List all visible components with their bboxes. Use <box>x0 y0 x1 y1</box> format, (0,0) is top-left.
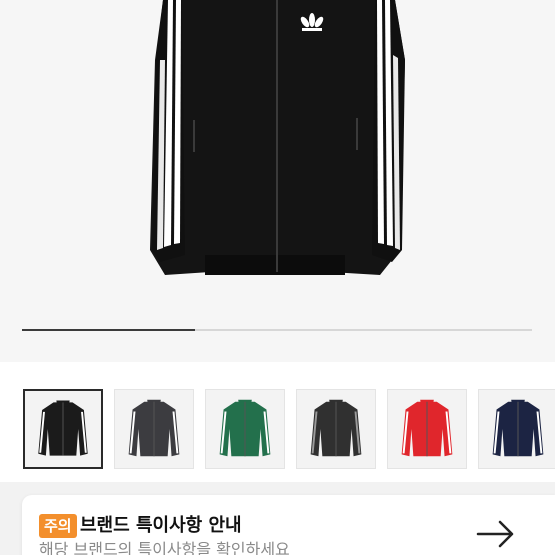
notice-title: 브랜드 특이사항 안내 <box>80 515 242 536</box>
color-thumbnail-strip[interactable] <box>0 362 555 482</box>
jacket-thumbnail-icon <box>310 399 362 457</box>
brand-notice-card[interactable]: 주의 브랜드 특이사항 안내 해당 브랜드의 특이사항을 확인하세요 <box>22 495 555 555</box>
gallery-progress-bar <box>22 329 532 331</box>
color-thumbnail-charcoal[interactable] <box>296 389 376 469</box>
notice-subtitle: 해당 브랜드의 특이사항을 확인하세요 <box>39 540 290 555</box>
jacket-thumbnail-icon <box>128 399 180 457</box>
arrow-right-icon[interactable] <box>476 519 516 549</box>
jacket-thumbnail-icon <box>492 399 544 457</box>
color-thumbnail-black[interactable] <box>23 389 103 469</box>
jacket-thumbnail-icon <box>38 400 88 456</box>
color-thumbnail-green[interactable] <box>205 389 285 469</box>
jacket-thumbnail-icon <box>219 399 271 457</box>
track-jacket-icon <box>150 0 405 275</box>
color-thumbnail-red[interactable] <box>387 389 467 469</box>
jacket-thumbnail-icon <box>401 399 453 457</box>
gallery-progress-fill <box>22 329 196 331</box>
product-image[interactable] <box>0 0 555 362</box>
color-thumbnail-navy[interactable] <box>478 389 555 469</box>
notice-badge: 주의 <box>39 514 77 538</box>
color-thumbnail-dark-grey[interactable] <box>114 389 194 469</box>
